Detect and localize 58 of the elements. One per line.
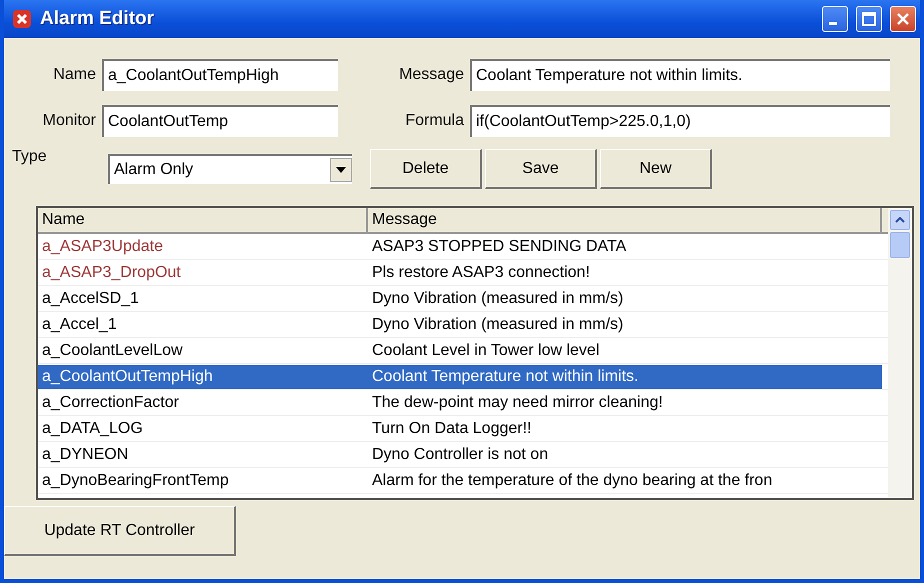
formula-label: Formula [404, 112, 464, 130]
window-title: Alarm Editor [40, 8, 156, 30]
alarm-row[interactable]: a_ASAP3_DropOut Pls restore ASAP3 connection! [38, 260, 888, 286]
minimize-button[interactable] [822, 6, 848, 32]
alarm-row[interactable]: a_Accel_1 Dyno Vibration (measured in mm/s) [38, 312, 888, 338]
table-cell-text: ASAP3 STOPPED SENDING DATA [371, 236, 628, 256]
scroll-up-button[interactable] [890, 210, 910, 230]
column-header[interactable]: Name [38, 208, 368, 232]
maximize-button[interactable] [856, 6, 882, 32]
action-button[interactable]: New [600, 149, 712, 189]
alarm-row[interactable]: a_CoolantOutTempHigh Coolant Temperature not within limits. [38, 364, 888, 390]
alarm-row[interactable]: a_DATA_LOG Turn On Data Logger!! [38, 416, 888, 442]
app-icon [12, 9, 32, 29]
table-cell-text: Dyno Vibration (measured in mm/s) [371, 314, 624, 334]
type-dropdown[interactable]: Alarm Only [108, 154, 352, 184]
name-field[interactable]: a_CoolantOutTempHigh [102, 59, 338, 91]
alarm-row[interactable]: a_ASAP3Update ASAP3 STOPPED SENDING DATA [38, 234, 888, 260]
update-controller-button[interactable]: Update RT Controller [4, 506, 236, 556]
monitor-field[interactable]: CoolantOutTemp [102, 105, 338, 137]
table-cell-text: Dyno Vibration (measured in mm/s) [371, 288, 624, 308]
table-cell-text: a_DYNEON [41, 444, 130, 464]
formula-field[interactable]: if(CoolantOutTemp>225.0,1,0) [470, 105, 890, 137]
name-label: Name [52, 66, 96, 84]
table-cell-text: a_DynoBearingFrontTemp [41, 470, 230, 490]
table-cell-text: The dew-point may need mirror cleaning! [371, 392, 664, 412]
scrollbar[interactable] [888, 208, 912, 498]
scroll-thumb[interactable] [890, 232, 910, 258]
table-cell-text: Pls restore ASAP3 connection! [371, 262, 591, 282]
close-button[interactable] [890, 6, 916, 32]
table-cell-text: a_CorrectionFactor [41, 392, 180, 412]
table-cell-text: Coolant Level in Tower low level [371, 340, 600, 360]
alarm-row[interactable]: a_DynoBearingFrontTemp Alarm for the temperature of the dyno bearing at the fron [38, 468, 888, 494]
monitor-label: Monitor [42, 112, 96, 130]
maximize-icon [862, 12, 876, 26]
table-cell: a_CoolantOutTempHigh [38, 364, 368, 388]
table-cell-text: a_ASAP3Update [41, 236, 164, 256]
table-cell-text: a_AccelSD_1 [41, 288, 140, 308]
table-cell-text: a_ASAP3_DropOut [41, 262, 182, 282]
table-cell-text: Dyno Controller is not on [371, 444, 550, 464]
action-button[interactable]: Save [485, 149, 597, 189]
alarm-row[interactable]: a_CoolantLevelLow Coolant Level in Tower low level [38, 338, 888, 364]
table-cell-text: a_DATA_LOG [41, 418, 144, 438]
message-label: Message [398, 66, 464, 84]
alarm-row[interactable]: a_CorrectionFactor The dew-point may need mirror cleaning! [38, 390, 888, 416]
table-cell-text: Alarm for the temperature of the dyno bearing at the fron [371, 470, 774, 490]
table-cell-text: a_Accel_1 [41, 314, 118, 334]
table-cell-text: a_CoolantLevelLow [41, 340, 184, 360]
alarm-row[interactable]: a_DYNEON Dyno Controller is not on [38, 442, 888, 468]
message-field[interactable]: Coolant Temperature not within limits. [470, 59, 890, 91]
close-icon [896, 12, 910, 26]
table-cell: Coolant Temperature not within limits. [368, 364, 882, 388]
table-cell-text: Turn On Data Logger!! [371, 418, 532, 438]
type-label: Type [12, 147, 48, 166]
alarm-row[interactable]: a_AccelSD_1 Dyno Vibration (measured in mm/s) [38, 286, 888, 312]
column-header[interactable]: Message [368, 208, 882, 232]
dropdown-arrow-icon [336, 167, 346, 173]
action-button[interactable]: Delete [370, 149, 482, 189]
minimize-icon [829, 22, 837, 24]
